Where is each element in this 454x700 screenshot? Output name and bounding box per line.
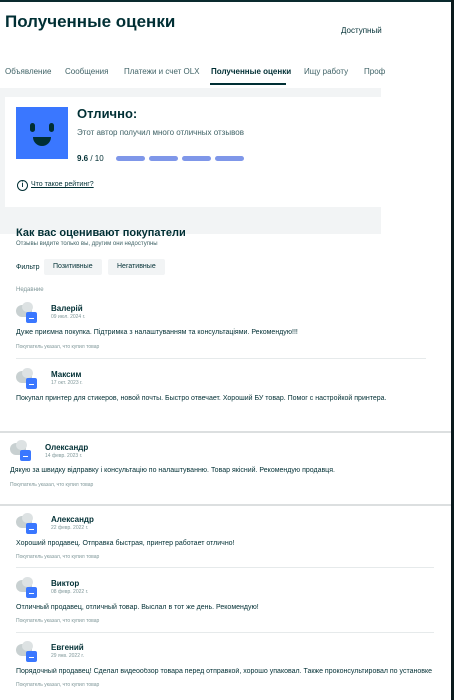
smiley-mouth: [33, 137, 51, 146]
rating-score-value: 9.6: [77, 154, 89, 163]
review-item: Олександр 14 февр. 2023 г. Дякую за швид…: [10, 440, 440, 492]
bought-note: Покупатель указал, что купил товар: [16, 618, 100, 624]
filter-negative-button[interactable]: Негативные: [108, 259, 165, 275]
what-is-rating-link[interactable]: Что такое рейтинг?: [31, 181, 94, 188]
divider: [16, 632, 434, 633]
rating-bar-segment: [182, 156, 211, 161]
avatar: [16, 641, 38, 663]
filter-positive-button[interactable]: Позитивные: [44, 259, 102, 275]
ratings-page: Полученные оценки Доступный Объявление С…: [0, 0, 454, 700]
review-date: 17 окт. 2023 г.: [51, 380, 83, 386]
rating-description: Этот автор получил много отличных отзыво…: [77, 128, 244, 137]
verified-badge-icon: [26, 587, 37, 598]
bought-note: Покупатель указал, что купил товар: [16, 554, 100, 560]
avatar: [16, 577, 38, 599]
rating-bar-segment: [215, 156, 244, 161]
avatar: [10, 440, 32, 462]
reviewer-name: Евгений: [51, 643, 84, 652]
tab-jobs[interactable]: Ищу работу: [304, 67, 348, 76]
availability-status[interactable]: Доступный: [341, 26, 382, 35]
bought-note: Покупатель указал, что купил товар: [16, 682, 100, 688]
divider: [16, 358, 426, 359]
smiley-eye-right: [49, 123, 54, 132]
tab-received-ratings[interactable]: Полученные оценки: [211, 67, 291, 76]
tab-payments[interactable]: Платежи и счет OLX: [124, 67, 200, 76]
avatar: [16, 368, 38, 390]
filter-label: Фильтр: [16, 264, 40, 271]
verified-badge-icon: [20, 450, 31, 461]
review-item: Валерій 09 июл. 2024 г. Дуже приємна пок…: [16, 302, 436, 354]
bought-note: Покупатель указал, что купил товар: [16, 344, 100, 350]
avatar: [16, 513, 38, 535]
review-text: Покупал принтер для стикеров, новой почт…: [16, 395, 387, 402]
info-icon: i: [17, 180, 28, 191]
review-text: Хороший продавец. Отправка быстрая, прин…: [16, 540, 235, 547]
sort-recent-label: Недавние: [16, 287, 44, 293]
review-item: Виктор 08 февр. 2022 г. Отличный продаве…: [16, 577, 436, 629]
top-border: [0, 0, 454, 2]
rating-bar-segment: [149, 156, 178, 161]
verified-badge-icon: [26, 523, 37, 534]
review-text: Порядочный продавец! Сделал видеообзор т…: [16, 668, 432, 675]
active-tab-indicator: [210, 83, 286, 85]
reviews-section-subtitle: Отзывы видите только вы, другим они недо…: [16, 241, 158, 247]
rating-title: Отлично:: [77, 106, 138, 121]
page-title: Полученные оценки: [5, 12, 176, 31]
tab-messages[interactable]: Сообщения: [65, 67, 108, 76]
reviewer-name: Олександр: [45, 443, 89, 452]
review-text: Дуже приємна покупка. Підтримка з налашт…: [16, 329, 298, 336]
verified-badge-icon: [26, 651, 37, 662]
rating-bar-segment: [116, 156, 145, 161]
review-text: Дякую за швидку відправку і консультацію…: [10, 467, 335, 474]
reviewer-name: Виктор: [51, 579, 80, 588]
tab-bar: Объявление Сообщения Платежи и счет OLX …: [0, 62, 385, 88]
review-text: Отличный продавец, отличный товар. Высла…: [16, 604, 259, 611]
section-divider: [0, 431, 454, 433]
reviewer-name: Валерій: [51, 304, 83, 313]
rating-score: 9.6 / 10: [77, 154, 104, 163]
review-date: 22 февр. 2022 г.: [51, 525, 89, 531]
smiley-eye-left: [30, 123, 35, 132]
divider: [16, 567, 434, 568]
review-item: Александр 22 февр. 2022 г. Хороший прода…: [16, 513, 436, 565]
smiley-face-icon: [16, 107, 68, 159]
reviewer-name: Максим: [51, 370, 82, 379]
reviewer-name: Александр: [51, 515, 94, 524]
bought-note: Покупатель указал, что купил товар: [10, 482, 94, 488]
review-date: 09 июл. 2024 г.: [51, 314, 86, 320]
rating-score-max: / 10: [90, 154, 104, 163]
verified-badge-icon: [26, 312, 37, 323]
tab-profile[interactable]: Проф: [364, 67, 385, 76]
review-date: 29 янв. 2022 г.: [51, 653, 84, 659]
reviews-section-title: Как вас оценивают покупатели: [16, 227, 186, 239]
section-divider: [0, 504, 454, 506]
review-item: Евгений 29 янв. 2022 г. Порядочный прода…: [16, 641, 454, 693]
tab-ads[interactable]: Объявление: [5, 67, 51, 76]
verified-badge-icon: [26, 378, 37, 389]
rating-card: Отлично: Этот автор получил много отличн…: [5, 97, 381, 207]
review-date: 08 февр. 2022 г.: [51, 589, 89, 595]
review-item: Максим 17 окт. 2023 г. Покупал принтер д…: [16, 368, 436, 420]
review-date: 14 февр. 2023 г.: [45, 453, 83, 459]
avatar: [16, 302, 38, 324]
